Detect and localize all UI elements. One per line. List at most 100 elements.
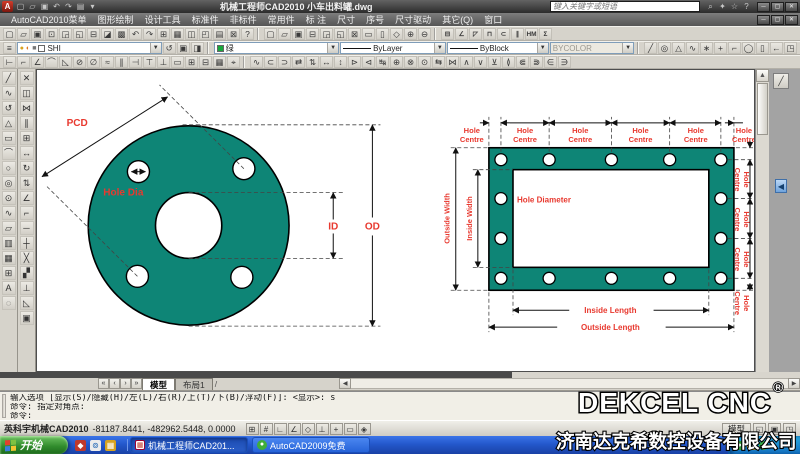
layer-tool-icon[interactable]: ◨ xyxy=(190,42,204,54)
dim-tool-icon[interactable]: ⌒ xyxy=(45,56,58,68)
tray-icon[interactable]: ● xyxy=(735,440,744,450)
drawing-canvas[interactable]: .dim{stroke:#111;stroke-width:1;fill:non… xyxy=(36,69,755,372)
status-toggle-button[interactable]: # xyxy=(259,422,273,435)
lineweight-combo[interactable]: ByBlock ▼ xyxy=(446,42,549,54)
dim-tool-icon[interactable]: ⊤ xyxy=(143,56,156,68)
toolbar-icon[interactable]: ⊓ xyxy=(483,27,496,40)
toolbar-icon[interactable]: ▭ xyxy=(362,27,375,40)
toolbar-icon[interactable]: HM xyxy=(525,27,538,40)
toolbar-icon[interactable]: ↶ xyxy=(129,27,142,40)
quick-launch-icon[interactable]: ▦ xyxy=(105,439,116,451)
tray-icon[interactable]: ▲ xyxy=(759,440,768,450)
draw-palette-icon[interactable]: ⌒ xyxy=(1,146,16,160)
dim-tool-icon[interactable]: ↔ xyxy=(320,56,333,68)
status-icon[interactable]: ▣ xyxy=(768,422,781,435)
draw-tool-icon[interactable]: ▯ xyxy=(756,42,769,54)
status-toggle-button[interactable]: ◈ xyxy=(357,422,371,435)
toolbar-icon[interactable]: ▱ xyxy=(17,27,30,40)
dim-tool-icon[interactable]: ⊟ xyxy=(199,56,212,68)
quick-access-icon[interactable]: ▢ xyxy=(15,1,26,12)
modify-palette-icon[interactable]: ◫ xyxy=(19,86,34,100)
toolbar-icon[interactable]: ▩ xyxy=(115,27,128,40)
toolbar-icon[interactable]: ⊖ xyxy=(418,27,431,40)
toolbar-icon[interactable]: ▯ xyxy=(376,27,389,40)
draw-tool-icon[interactable]: △ xyxy=(672,42,685,54)
layer-tool-icon[interactable]: ↺ xyxy=(162,42,176,54)
menu-item[interactable]: 序号 xyxy=(361,13,389,26)
toolbar-icon[interactable]: ↷ xyxy=(143,27,156,40)
modify-palette-icon[interactable]: ✕ xyxy=(19,71,34,85)
dim-tool-icon[interactable]: ⇆ xyxy=(432,56,445,68)
modify-palette-icon[interactable]: ┼ xyxy=(19,236,34,250)
dim-tool-icon[interactable]: ∨ xyxy=(474,56,487,68)
layer-properties-icon[interactable]: ≡ xyxy=(3,42,16,54)
dim-tool-icon[interactable]: ∈ xyxy=(544,56,557,68)
quick-launch-icon[interactable]: ⊚ xyxy=(90,439,101,451)
dim-tool-icon[interactable]: ▦ xyxy=(213,56,226,68)
dim-tool-icon[interactable]: ⊻ xyxy=(488,56,501,68)
toolbar-icon[interactable]: ⊟ xyxy=(87,27,100,40)
tab-nav-icon[interactable]: » xyxy=(131,378,142,389)
dim-tool-icon[interactable]: ▭ xyxy=(171,56,184,68)
dim-tool-icon[interactable]: ⇄ xyxy=(292,56,305,68)
command-line-window[interactable]: 输入选项 [显示(S)/隐藏(H)/左(L)/右(R)/上(T)/下(B)/浮动… xyxy=(0,391,800,421)
dim-tool-icon[interactable]: ⌖ xyxy=(227,56,240,68)
dim-tool-icon[interactable]: ⊣ xyxy=(129,56,142,68)
minimize-button[interactable]: ─ xyxy=(757,1,770,12)
toolbar-icon[interactable]: ⊡ xyxy=(45,27,58,40)
modify-palette-icon[interactable]: ╳ xyxy=(19,251,34,265)
chevron-down-icon[interactable]: ▼ xyxy=(536,43,548,53)
draw-palette-icon[interactable]: ∿ xyxy=(1,206,16,220)
dim-tool-icon[interactable]: ⊳ xyxy=(348,56,361,68)
tab-model[interactable]: 模型 xyxy=(142,378,176,390)
draw-palette-icon[interactable]: ◎ xyxy=(1,176,16,190)
scroll-up-icon[interactable]: ▲ xyxy=(756,69,769,82)
toolbar-icon[interactable]: ◫ xyxy=(185,27,198,40)
layer-tool-icon[interactable]: ▣ xyxy=(176,42,190,54)
draw-palette-icon[interactable]: ○ xyxy=(1,161,16,175)
draw-tool-icon[interactable]: ╱ xyxy=(644,42,657,54)
menu-item[interactable]: 尺寸 xyxy=(332,13,360,26)
toolbar-icon[interactable]: ◸ xyxy=(469,27,482,40)
quick-access-icon[interactable]: ▱ xyxy=(27,1,38,12)
toolbar-icon[interactable]: ▤ xyxy=(213,27,226,40)
toolbar-icon[interactable]: ▣ xyxy=(31,27,44,40)
draw-palette-icon[interactable]: ⊞ xyxy=(1,266,16,280)
modify-palette-icon[interactable]: ─ xyxy=(19,221,34,235)
dim-tool-icon[interactable]: ↕ xyxy=(334,56,347,68)
doc-restore-button[interactable]: ▢ xyxy=(771,14,784,25)
quick-access-icon[interactable]: ↶ xyxy=(51,1,62,12)
dim-tool-icon[interactable]: ⌐ xyxy=(17,56,30,68)
doc-minimize-button[interactable]: ─ xyxy=(757,14,770,25)
tab-nav-icon[interactable]: › xyxy=(120,378,131,389)
dim-tool-icon[interactable]: ∿ xyxy=(250,56,263,68)
menu-item[interactable]: 设计工具 xyxy=(140,13,186,26)
dim-tool-icon[interactable]: ↹ xyxy=(376,56,389,68)
color-combo[interactable]: 绿 ▼ xyxy=(213,42,340,54)
doc-close-button[interactable]: ✕ xyxy=(785,14,798,25)
menu-item[interactable]: 尺寸驱动 xyxy=(390,13,436,26)
modify-palette-icon[interactable]: ⇅ xyxy=(19,176,34,190)
status-toggle-button[interactable]: + xyxy=(329,422,343,435)
draw-tool-icon[interactable]: ⌐ xyxy=(728,42,741,54)
toolbar-icon[interactable]: ⊠ xyxy=(348,27,361,40)
draw-tool-icon[interactable]: ← xyxy=(770,42,783,54)
scroll-right-icon[interactable]: ▶ xyxy=(788,378,800,389)
menu-item[interactable]: AutoCAD2010菜单 xyxy=(6,13,92,26)
modify-palette-icon[interactable]: ▞ xyxy=(19,266,34,280)
status-toggle-button[interactable]: ◇ xyxy=(301,422,315,435)
dim-tool-icon[interactable]: ⊞ xyxy=(185,56,198,68)
tab-layout1[interactable]: 布局1 xyxy=(175,378,213,390)
modify-palette-icon[interactable]: ∥ xyxy=(19,116,34,130)
dim-tool-icon[interactable]: ∠ xyxy=(31,56,44,68)
tab-nav-icon[interactable]: ‹ xyxy=(109,378,120,389)
linetype-combo[interactable]: ByLayer ▼ xyxy=(340,42,446,54)
dim-tool-icon[interactable]: ⇅ xyxy=(306,56,319,68)
toolbar-icon[interactable]: ∥ xyxy=(511,27,524,40)
toolbar-icon[interactable]: ◇ xyxy=(390,27,403,40)
dim-tool-icon[interactable]: ⊘ xyxy=(73,56,86,68)
toolbar-icon[interactable]: ⊟ xyxy=(441,27,454,40)
menu-item[interactable]: 非标件 xyxy=(225,13,262,26)
draw-palette-icon[interactable]: ▱ xyxy=(1,221,16,235)
modify-palette-icon[interactable]: ⋈ xyxy=(19,101,34,115)
